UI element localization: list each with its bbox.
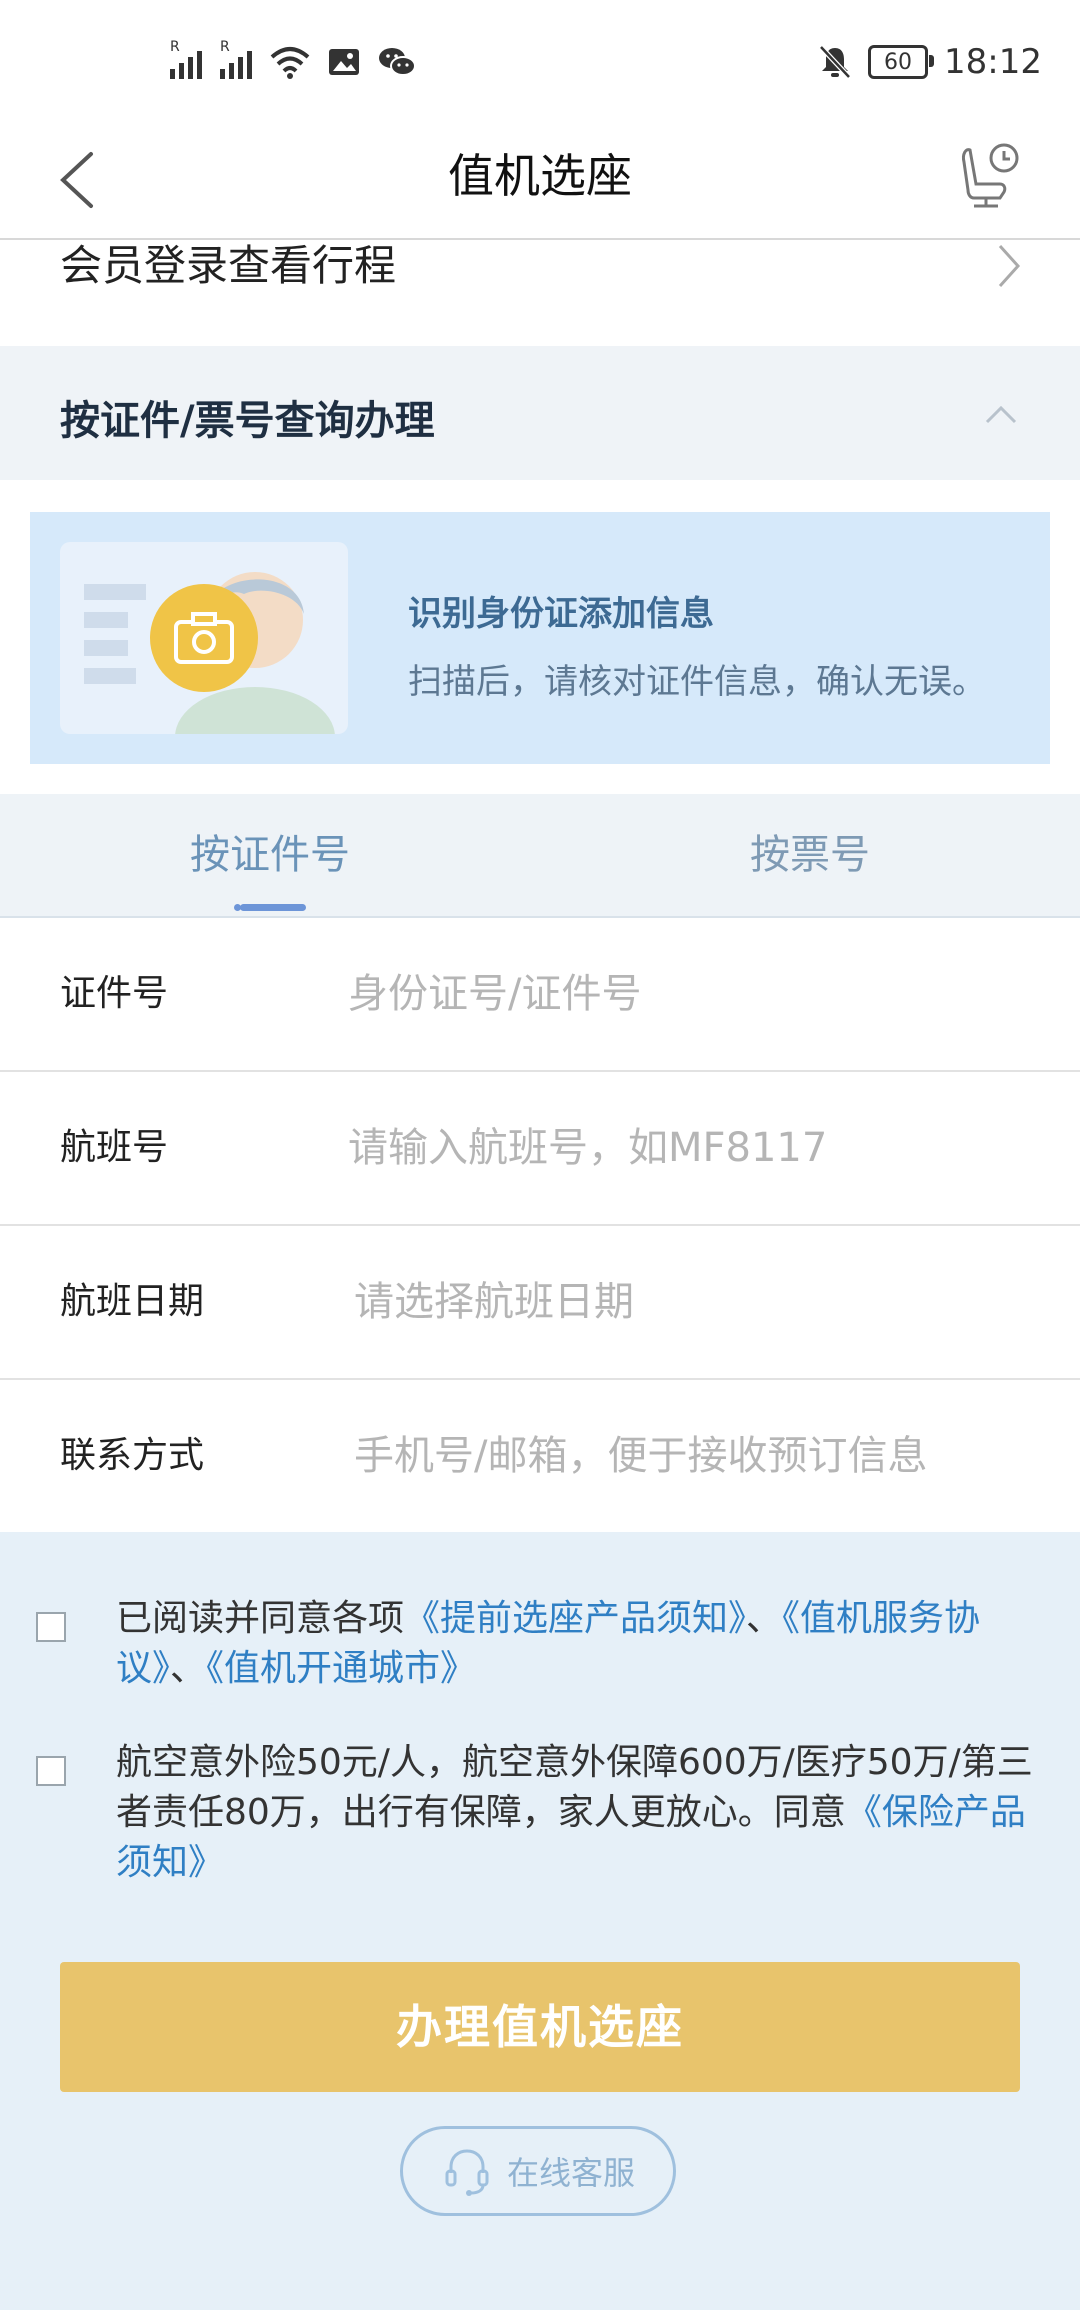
service-agreement-text: 已阅读并同意各项《提前选座产品须知》、《值机服务协议》、《值机开通城市》 [116,1594,1036,1694]
id-number-label: 证件号 [60,973,169,1014]
flight-number-label: 航班号 [60,1127,169,1168]
scan-id-card-banner[interactable]: 识别身份证添加信息 扫描后，请核对证件信息，确认无误。 [30,512,1050,764]
member-login-label: 会员登录查看行程 [60,241,397,290]
insurance-checkbox[interactable] [36,1756,66,1786]
member-login-row[interactable]: 会员登录查看行程 [0,240,1080,346]
customer-service-label: 在线客服 [506,2154,635,2192]
tab-indicator [240,904,306,911]
form-row-id-number: 证件号 [0,918,1080,1072]
id-number-input[interactable] [348,964,1028,1024]
insurance-text: 航空意外险50元/人，航空意外保障600万/医疗50万/第三者责任80万，出行有… [116,1738,1036,1888]
agreement-separator: 、 [746,1598,783,1639]
mute-icon [819,45,851,79]
image-notification-icon [329,49,359,75]
tab-by-ticket[interactable]: 按票号 [540,794,1080,916]
signal-icon: R [170,39,202,79]
form-row-contact: 联系方式 [0,1380,1080,1532]
contact-label: 联系方式 [60,1435,205,1476]
wechat-icon [379,48,416,76]
status-right-icons: 60 18:12 [818,36,1042,88]
checkin-form: 证件号 航班号 航班日期 联系方式 [0,918,1080,1532]
query-section-header[interactable]: 按证件/票号查询办理 [0,346,1080,480]
contact-input[interactable] [354,1426,1034,1486]
service-agreement-checkbox[interactable] [36,1612,66,1642]
agreement-separator: 、 [170,1648,207,1689]
status-time: 18:12 [944,42,1042,82]
query-mode-tabs: 按证件号 按票号 [0,794,1080,918]
battery-level: 60 [884,49,913,75]
section-title: 按证件/票号查询办理 [60,398,435,444]
flight-number-input[interactable] [348,1118,1028,1178]
form-row-flight-date: 航班日期 [0,1226,1080,1380]
id-card-illustration [60,542,348,734]
scan-subtitle: 扫描后，请核对证件信息，确认无误。 [408,662,986,702]
agreement-prefix: 已阅读并同意各项 [116,1598,405,1639]
flight-date-picker[interactable] [354,1272,1034,1332]
form-row-flight-number: 航班号 [0,1072,1080,1226]
agreement-service: 已阅读并同意各项《提前选座产品须知》、《值机服务协议》、《值机开通城市》 [36,1594,1036,1694]
tab-by-id[interactable]: 按证件号 [0,794,540,916]
headset-icon [445,2149,489,2196]
flight-date-label: 航班日期 [60,1281,205,1322]
chevron-right-icon [998,244,1021,288]
navigation-header: 值机选座 [0,120,1080,240]
online-customer-service-button[interactable]: 在线客服 [400,2126,676,2216]
battery-icon: 60 [868,45,935,79]
chevron-up-icon [985,405,1017,424]
status-left-icons: R R [170,39,416,84]
wifi-icon [270,47,310,79]
scan-title: 识别身份证添加信息 [408,594,714,634]
seat-product-notice-link[interactable]: 《提前选座产品须知》 [404,1598,746,1639]
page-title: 值机选座 [448,149,632,203]
status-bar: R R 60 18:12 [0,0,1080,120]
submit-checkin-button[interactable]: 办理值机选座 [60,1962,1020,2092]
agreement-insurance: 航空意外险50元/人，航空意外保障600万/医疗50万/第三者责任80万，出行有… [36,1738,1036,1888]
signal-icon: R [220,39,252,79]
id-card-illustration-svg [84,572,335,734]
seat-history-icon[interactable] [956,140,1020,212]
checkin-cities-link[interactable]: 《值机开通城市》 [206,1648,476,1689]
